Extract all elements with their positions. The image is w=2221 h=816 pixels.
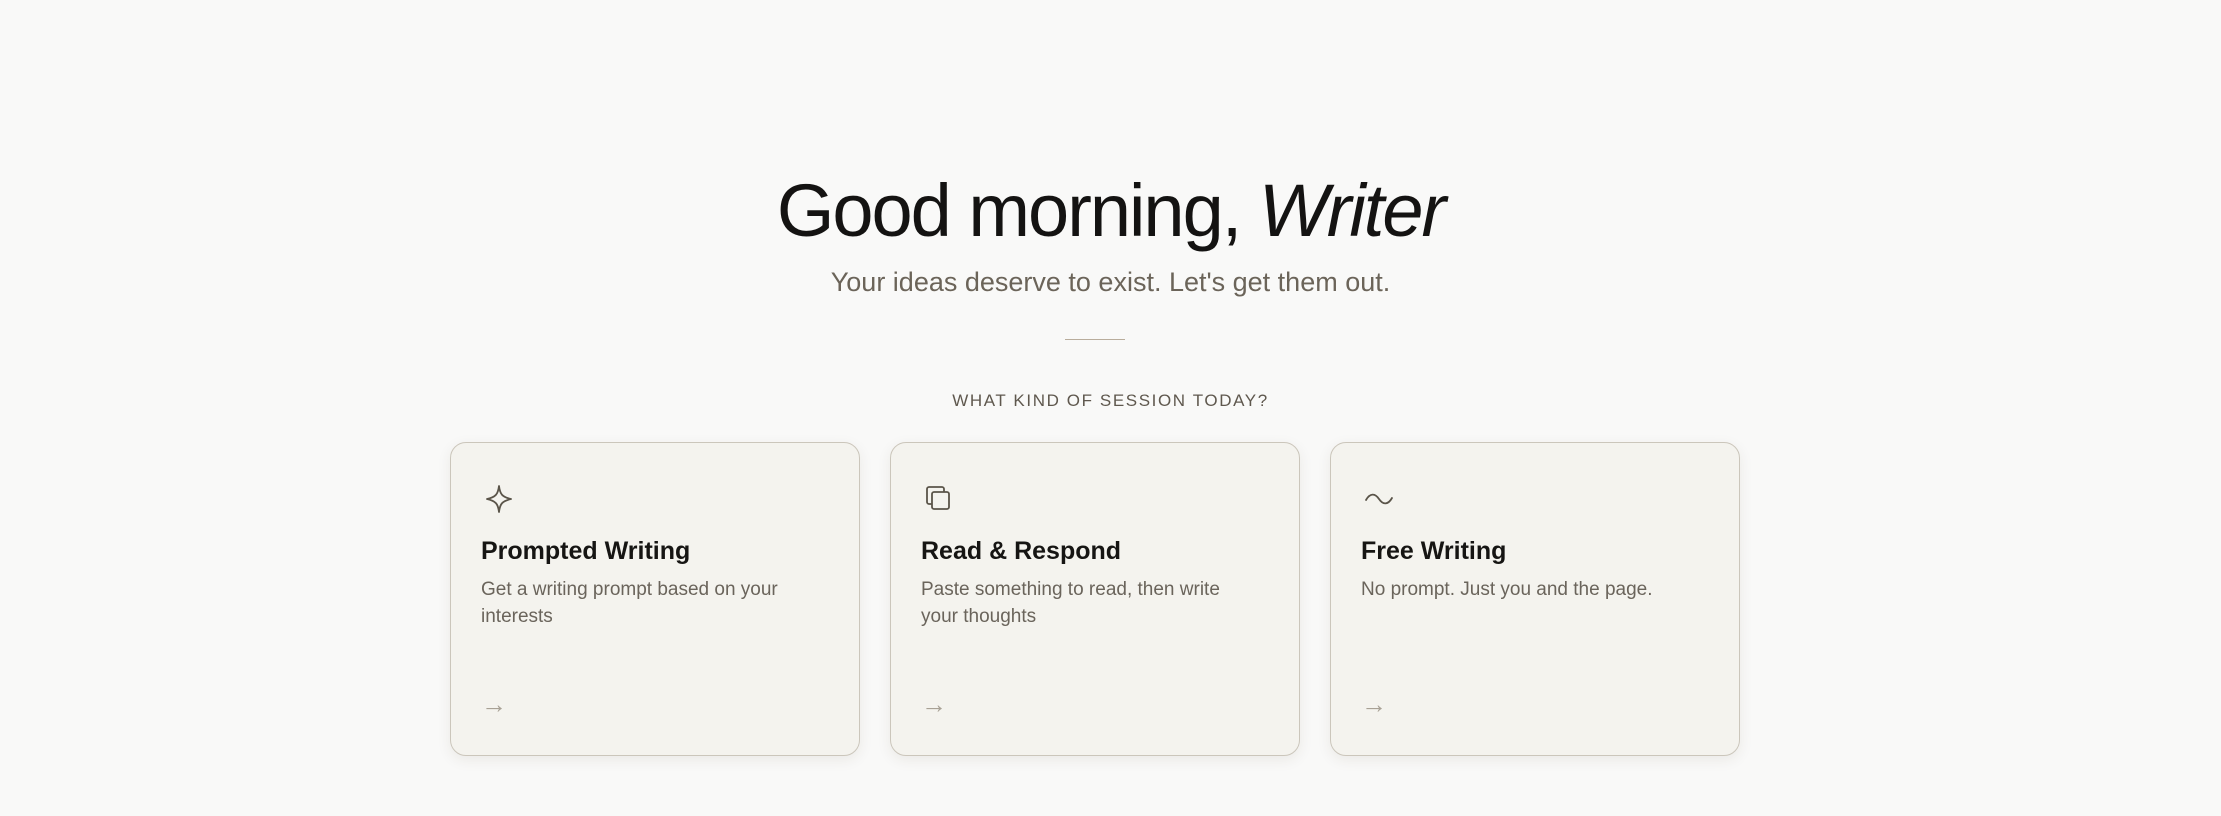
session-cards: Prompted Writing Get a writing prompt ba… [450, 442, 1740, 756]
card-description: Paste something to read, then write your… [921, 579, 1220, 627]
arrow-right-icon: → [481, 689, 507, 719]
home-page: Good morning, Writer Your ideas deserve … [0, 0, 2221, 816]
wave-icon [1361, 481, 1397, 517]
card-description: Get a writing prompt based on your inter… [481, 579, 778, 627]
session-type-label: WHAT KIND OF SESSION TODAY? [952, 391, 1269, 410]
divider [1065, 339, 1125, 340]
read-respond-card[interactable]: Read & Respond Paste something to read, … [890, 442, 1300, 756]
copy-icon [921, 481, 957, 517]
card-title: Prompted Writing [481, 537, 691, 565]
arrow-right-icon: → [921, 689, 947, 719]
greeting-name: Writer [1258, 169, 1446, 252]
free-writing-card[interactable]: Free Writing No prompt. Just you and the… [1330, 442, 1740, 756]
card-title: Read & Respond [921, 537, 1122, 565]
greeting-heading: Good morning, Writer [0, 165, 2221, 257]
prompted-writing-card[interactable]: Prompted Writing Get a writing prompt ba… [450, 442, 860, 756]
card-description: No prompt. Just you and the page. [1361, 579, 1653, 600]
greeting-prefix: Good morning, [776, 169, 1242, 252]
sparkle-icon [481, 481, 517, 517]
arrow-right-icon: → [1361, 689, 1387, 719]
card-title: Free Writing [1361, 537, 1507, 565]
tagline: Your ideas deserve to exist. Let's get t… [830, 267, 1391, 297]
hero-header: Good morning, Writer [0, 165, 2221, 257]
